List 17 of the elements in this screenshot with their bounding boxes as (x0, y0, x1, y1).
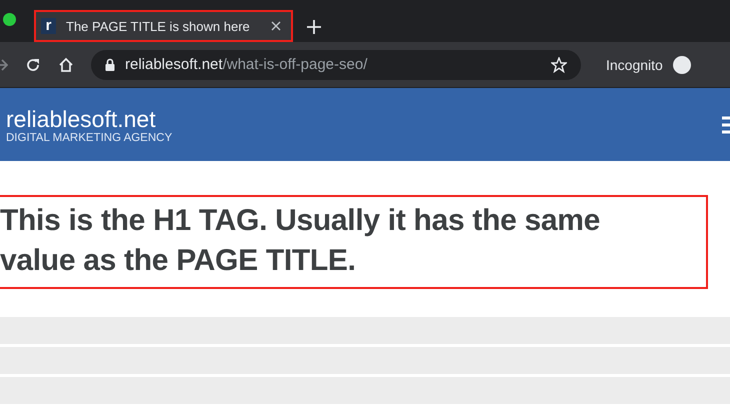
window-control-dot[interactable] (3, 13, 16, 26)
site-tagline: DIGITAL MARKETING AGENCY (6, 132, 172, 144)
site-favicon: r (41, 18, 56, 34)
reload-icon[interactable] (25, 56, 41, 72)
close-icon[interactable] (271, 21, 281, 31)
profile-label[interactable]: Incognito (606, 56, 663, 72)
star-icon[interactable] (551, 56, 567, 72)
browser-tab[interactable]: r The PAGE TITLE is shown here (36, 12, 291, 40)
lock-icon (105, 58, 115, 71)
page-heading: This is the H1 TAG. Usually it has the same value as the PAGE TITLE. (0, 203, 602, 279)
new-tab-icon[interactable] (307, 20, 321, 34)
site-logo[interactable]: reliablesoft.net (6, 106, 172, 132)
home-icon[interactable] (58, 56, 74, 72)
incognito-icon[interactable] (672, 56, 691, 74)
address-bar[interactable]: reliablesoft.net/what-is-off-page-seo/ (91, 50, 581, 80)
forward-icon[interactable] (0, 58, 8, 72)
menu-icon[interactable] (722, 114, 730, 134)
